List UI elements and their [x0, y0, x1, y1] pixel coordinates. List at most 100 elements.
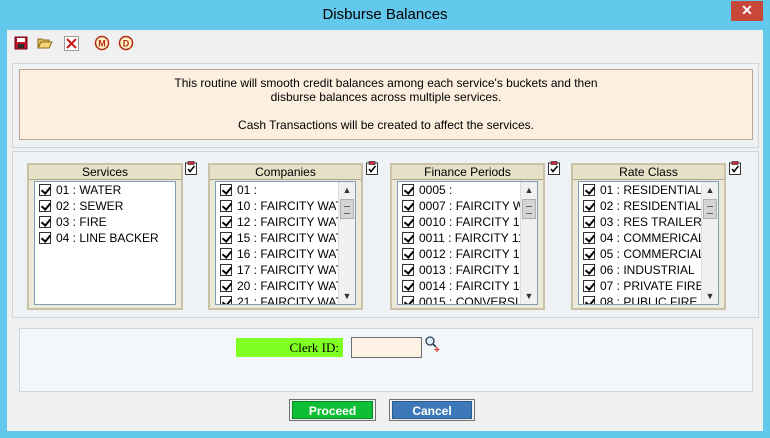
scrollbar[interactable]: ▲ ▼: [701, 182, 718, 304]
checkbox-checked[interactable]: [583, 280, 595, 292]
scroll-down-icon[interactable]: ▼: [702, 288, 718, 304]
checkbox-checked[interactable]: [220, 248, 232, 260]
checkbox-checked[interactable]: [220, 232, 232, 244]
list-item[interactable]: 03 : FIRE: [35, 214, 175, 230]
select-all-rate-class-icon[interactable]: [728, 161, 742, 175]
checkbox-checked[interactable]: [402, 184, 414, 196]
scroll-thumb[interactable]: [522, 199, 536, 219]
list-item[interactable]: 0013 : FAIRCITY 13: [398, 262, 537, 278]
checkbox-checked[interactable]: [583, 200, 595, 212]
checkbox-checked[interactable]: [583, 184, 595, 196]
info-line-3: Cash Transactions will be created to aff…: [238, 118, 534, 132]
list-item[interactable]: 02 : SEWER: [35, 198, 175, 214]
delete-icon: [63, 35, 79, 51]
checkbox-checked[interactable]: [220, 280, 232, 292]
list-item[interactable]: 20 : FAIRCITY WAT: [216, 278, 355, 294]
scroll-thumb[interactable]: [703, 199, 717, 219]
checkbox-checked[interactable]: [583, 216, 595, 228]
list-item[interactable]: 01 : RESIDENTIAL: [579, 182, 718, 198]
m-button[interactable]: M: [93, 34, 111, 52]
list-item-label: 0014 : FAIRCITY 14: [419, 279, 527, 293]
list-item[interactable]: 07 : PRIVATE FIRE: [579, 278, 718, 294]
window-title: Disburse Balances: [322, 6, 448, 23]
list-item[interactable]: 0011 : FAIRCITY 11: [398, 230, 537, 246]
companies-list[interactable]: 01 : 10 : FAIRCITY WAT 12 : FAIRCITY WAT 15…: [215, 181, 356, 305]
checkbox-checked[interactable]: [39, 184, 51, 196]
scrollbar[interactable]: ▲ ▼: [338, 182, 355, 304]
checkbox-checked[interactable]: [220, 264, 232, 276]
checkbox-checked[interactable]: [220, 216, 232, 228]
checkbox-checked[interactable]: [402, 280, 414, 292]
proceed-button[interactable]: Proceed: [289, 399, 376, 421]
checkbox-checked[interactable]: [220, 184, 232, 196]
checkbox-checked[interactable]: [402, 232, 414, 244]
list-item[interactable]: 0010 : FAIRCITY 10: [398, 214, 537, 230]
checkbox-checked[interactable]: [402, 216, 414, 228]
list-item[interactable]: 10 : FAIRCITY WAT: [216, 198, 355, 214]
list-item[interactable]: 08 : PUBLIC FIRE: [579, 294, 718, 304]
list-item[interactable]: 0012 : FAIRCITY 12: [398, 246, 537, 262]
checkbox-checked[interactable]: [402, 264, 414, 276]
save-button[interactable]: [12, 34, 30, 52]
d-icon: D: [118, 35, 134, 51]
finance-periods-title: Finance Periods: [392, 165, 543, 180]
list-item-label: 0015 : CONVERSI: [419, 295, 519, 305]
checkbox-checked[interactable]: [583, 264, 595, 276]
svg-text:D: D: [123, 39, 130, 49]
services-list[interactable]: 01 : WATER 02 : SEWER 03 : FIRE 04 : LINE B…: [34, 181, 176, 305]
list-item[interactable]: 0014 : FAIRCITY 14: [398, 278, 537, 294]
checkbox-checked[interactable]: [220, 296, 232, 304]
list-item[interactable]: 12 : FAIRCITY WAT: [216, 214, 355, 230]
list-item[interactable]: 04 : LINE BACKER: [35, 230, 175, 246]
list-item[interactable]: 16 : FAIRCITY WAT: [216, 246, 355, 262]
checkbox-checked[interactable]: [402, 248, 414, 260]
scroll-down-icon[interactable]: ▼: [339, 288, 355, 304]
finance-periods-list[interactable]: 0005 : 0007 : FAIRCITY W 0010 : FAIRCITY 1…: [397, 181, 538, 305]
checkbox-checked[interactable]: [39, 232, 51, 244]
scroll-up-icon[interactable]: ▲: [702, 182, 718, 198]
delete-button[interactable]: [62, 34, 80, 52]
scrollbar[interactable]: ▲ ▼: [520, 182, 537, 304]
d-button[interactable]: D: [117, 34, 135, 52]
clerk-panel: Clerk ID:: [19, 328, 753, 392]
list-item[interactable]: 03 : RES TRAILER: [579, 214, 718, 230]
select-all-services-icon[interactable]: [184, 161, 198, 175]
list-item-label: 15 : FAIRCITY WAT: [237, 231, 343, 245]
checkbox-checked[interactable]: [583, 296, 595, 304]
scroll-up-icon[interactable]: ▲: [339, 182, 355, 198]
select-all-companies-icon[interactable]: [365, 161, 379, 175]
scroll-thumb[interactable]: [340, 199, 354, 219]
scroll-down-icon[interactable]: ▼: [521, 288, 537, 304]
checkbox-checked[interactable]: [583, 248, 595, 260]
list-item[interactable]: 05 : COMMERCIAL: [579, 246, 718, 262]
list-item[interactable]: 01 :: [216, 182, 355, 198]
checkbox-checked[interactable]: [220, 200, 232, 212]
list-item[interactable]: 0005 :: [398, 182, 537, 198]
client-area: M D This routine will smooth credit bala…: [7, 30, 763, 431]
list-item[interactable]: 15 : FAIRCITY WAT: [216, 230, 355, 246]
list-item[interactable]: 0007 : FAIRCITY W: [398, 198, 537, 214]
list-item[interactable]: 02 : RESIDENTIAL: [579, 198, 718, 214]
close-button[interactable]: ✕: [731, 1, 763, 21]
rate-class-list[interactable]: 01 : RESIDENTIAL 02 : RESIDENTIAL 03 : RES…: [578, 181, 719, 305]
select-all-finance-periods-icon[interactable]: [547, 161, 561, 175]
rate-class-group: Rate Class 01 : RESIDENTIAL 02 : RESIDENT…: [571, 163, 726, 310]
list-item[interactable]: 17 : FAIRCITY WAT: [216, 262, 355, 278]
checkbox-checked[interactable]: [402, 200, 414, 212]
list-item[interactable]: 06 : INDUSTRIAL: [579, 262, 718, 278]
list-item[interactable]: 01 : WATER: [35, 182, 175, 198]
checkbox-checked[interactable]: [39, 200, 51, 212]
list-item[interactable]: 0015 : CONVERSI: [398, 294, 537, 305]
list-item-label: 02 : SEWER: [56, 199, 124, 213]
open-button[interactable]: [36, 34, 54, 52]
cancel-button[interactable]: Cancel: [389, 399, 475, 421]
list-item[interactable]: 04 : COMMERICAL: [579, 230, 718, 246]
lookup-icon[interactable]: [424, 335, 442, 353]
checkbox-checked[interactable]: [39, 216, 51, 228]
list-item[interactable]: 21 : FAIRCITY WAT: [216, 294, 355, 304]
scroll-up-icon[interactable]: ▲: [521, 182, 537, 198]
checkbox-checked[interactable]: [583, 232, 595, 244]
list-item-label: 02 : RESIDENTIAL: [600, 199, 703, 213]
clerk-id-input[interactable]: [351, 337, 422, 358]
checkbox-checked[interactable]: [402, 296, 414, 304]
